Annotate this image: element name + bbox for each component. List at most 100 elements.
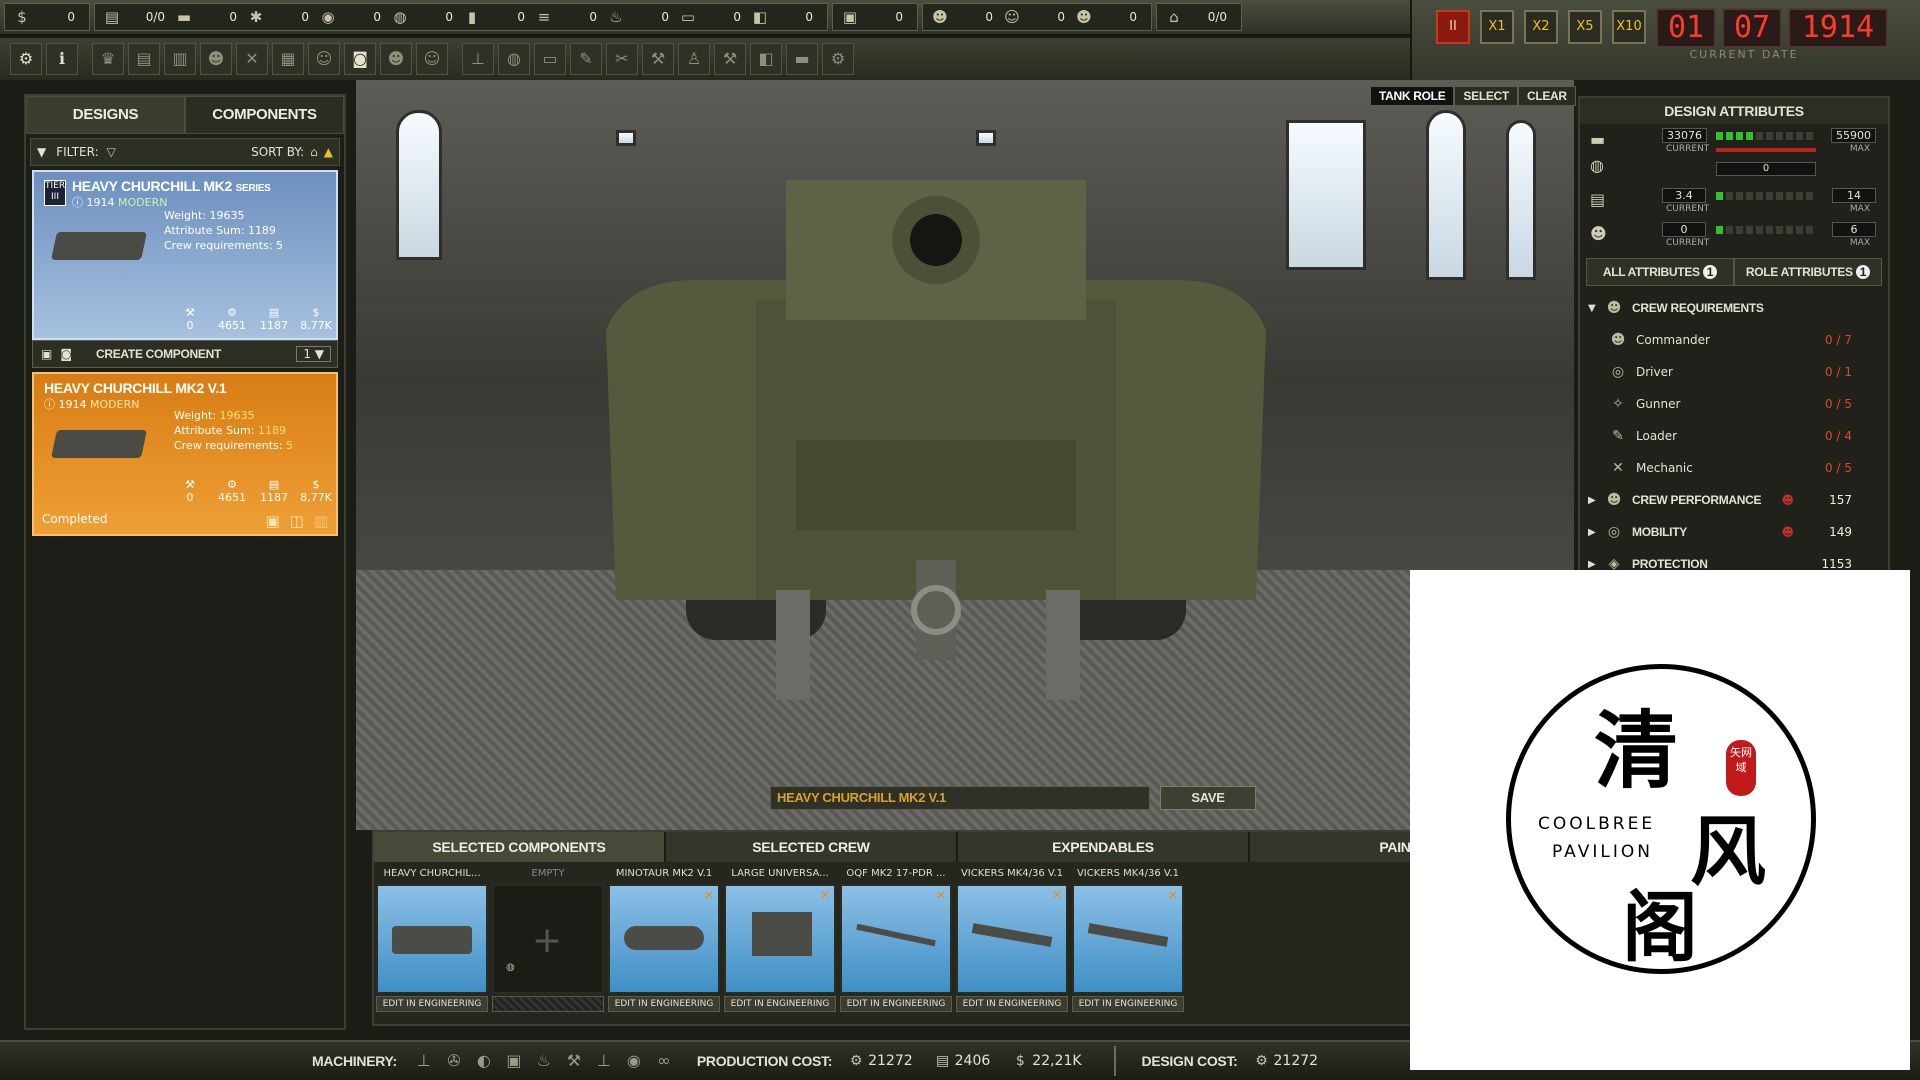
pause-button[interactable]: II [1436,10,1470,44]
component-slot-hull[interactable]: HEAVY CHURCHIL... EDIT IN ENGINEERING [376,868,488,1012]
resource-item[interactable]: ◧ 0 [749,7,813,27]
resource-item[interactable]: ▭ 0 [677,7,741,27]
speed-x2-button[interactable]: X2 [1524,10,1558,44]
design-name-input[interactable]: HEAVY CHURCHILL MK2 V.1 [770,786,1150,810]
weight-attribute-row: ▬ ◍ 33076 CURRENT 0 55900 MAX [1586,126,1882,184]
save-button[interactable]: SAVE [1160,786,1256,810]
tools-icon[interactable]: ✂ [606,43,638,75]
machinery-wheel-icon[interactable]: ◉ [619,1048,649,1074]
component-slot-empty[interactable]: EMPTY + ◍ [492,868,604,1012]
filter-funnel-icon[interactable]: ▽ [107,145,116,159]
settings-gear-icon[interactable]: ⚙ [10,43,42,75]
speed-x10-button[interactable]: X10 [1612,10,1646,44]
delete-icon[interactable]: ▥ [314,512,328,530]
design-card-variant[interactable]: HEAVY CHURCHILL MK2 V.1 ⓘ 1914 MODERN We… [32,372,338,536]
camera-icon[interactable]: ◙ [60,347,72,361]
design-viewport[interactable] [356,80,1574,830]
tab-role-attributes[interactable]: ROLE ATTRIBUTES 1 [1734,258,1882,286]
edit-in-engineering-button[interactable]: EDIT IN ENGINEERING [724,996,836,1012]
edit-in-engineering-button[interactable]: EDIT IN ENGINEERING [956,996,1068,1012]
add-to-production-icon[interactable]: ▣ [265,512,279,530]
sort-direction-icon[interactable]: ▲ [324,145,333,159]
resource-item[interactable]: ☺ 0 [1001,7,1065,27]
wrench-icon[interactable]: ⚒ [642,43,674,75]
machinery-hammer-icon[interactable]: ⚒ [559,1048,589,1074]
speed-x5-button[interactable]: X5 [1568,10,1602,44]
gear-icon: ⚙ [227,306,237,319]
tab-all-attributes[interactable]: ALL ATTRIBUTES 1 [1586,258,1734,286]
trophy-icon[interactable]: ♛ [92,43,124,75]
resource-item[interactable]: ▤ 0/0 [101,7,165,27]
create-qty-select[interactable]: 1 ▼ [296,346,331,362]
hammer-icon[interactable]: ⚒ [714,43,746,75]
document-icon[interactable]: ▥ [164,43,196,75]
tab-expendables[interactable]: EXPENDABLES [958,832,1250,862]
edit-in-engineering-button[interactable]: EDIT IN ENGINEERING [376,996,488,1012]
resource-item[interactable]: ⌂ 0/0 [1163,7,1227,27]
personnel-icon[interactable]: ☻ [380,43,412,75]
mobility-group[interactable]: ▶ ◎ MOBILITY ☻ 149 [1580,516,1888,548]
camera-design-icon[interactable]: ◙ [344,43,376,75]
edit-in-engineering-button[interactable]: EDIT IN ENGINEERING [608,996,720,1012]
component-slot-turret[interactable]: LARGE UNIVERSA... ✕ EDIT IN ENGINEERING [724,868,836,1012]
machinery-crane-icon[interactable]: ⊥ [589,1048,619,1074]
component-slot-mg-2[interactable]: VICKERS MK4/36 V.1 ✕ EDIT IN ENGINEERING [1072,868,1184,1012]
machinery-drill-icon[interactable]: ⊥ [409,1048,439,1074]
vehicle-settings-icon[interactable]: ⚙ [822,43,854,75]
resource-item[interactable]: ◍ 0 [389,7,453,27]
crew-warning-icon: ☻ [1781,493,1794,507]
tab-components[interactable]: COMPONENTS [185,96,344,134]
tank-role-select-button[interactable]: SELECT [1454,86,1518,106]
resource-item[interactable]: ▮ 0 [461,7,525,27]
tab-selected-crew[interactable]: SELECTED CREW [666,832,958,862]
remove-x-icon: ✕ [1051,888,1062,902]
workers-icon[interactable]: ☺ [308,43,340,75]
sort-type-icon[interactable]: ⌂ [310,145,318,159]
officer-tool-icon[interactable]: ☻ [200,43,232,75]
speed-x1-button[interactable]: X1 [1480,10,1514,44]
globe-icon[interactable]: ◍ [498,43,530,75]
machinery-press-icon[interactable]: ✇ [439,1048,469,1074]
tank-role-clear-button[interactable]: CLEAR [1517,86,1576,106]
figure-icon[interactable]: ♙ [678,43,710,75]
production-icon[interactable]: ⊥ [462,43,494,75]
resource-item[interactable]: ☻ 0 [929,7,993,27]
crew-performance-group[interactable]: ▶ ☻ CREW PERFORMANCE ☻ 157 [1580,484,1888,516]
tab-selected-components[interactable]: SELECTED COMPONENTS [374,832,666,862]
filter-chevron-icon[interactable]: ▼ [37,145,46,159]
stack-icon[interactable]: ◧ [750,43,782,75]
create-component-button[interactable]: CREATE COMPONENT [96,347,221,361]
machinery-furnace-icon[interactable]: ▣ [499,1048,529,1074]
machinery-chain-icon[interactable]: ∞ [649,1048,679,1074]
resource-item[interactable]: ≡ 0 [533,7,597,27]
resource-item[interactable]: ✱ 0 [245,7,309,27]
weight-max: 55900 [1831,128,1876,143]
report-icon[interactable]: ▤ [128,43,160,75]
group-icon[interactable]: ☺ [416,43,448,75]
tank-icon[interactable]: ▬ [786,43,818,75]
info-icon[interactable]: ℹ [46,43,78,75]
resource-item[interactable]: ◉ 0 [317,7,381,27]
resource-item[interactable]: ♨ 0 [605,7,669,27]
edit-in-engineering-button[interactable]: EDIT IN ENGINEERING [840,996,952,1012]
resource-item[interactable]: ☻ 0 [1073,7,1137,27]
factory-icon[interactable]: ▦ [272,43,304,75]
crew-requirements-group[interactable]: ▼ ☻ CREW REQUIREMENTS [1580,292,1888,324]
duplicate-icon[interactable]: ◫ [290,512,304,530]
component-slot-track[interactable]: MINOTAUR MK2 V.1 ✕ EDIT IN ENGINEERING [608,868,720,1012]
component-slot-mg-1[interactable]: VICKERS MK4/36 V.1 ✕ EDIT IN ENGINEERING [956,868,1068,1012]
machinery-torch-icon[interactable]: ♨ [529,1048,559,1074]
resource-item[interactable]: ▬ 0 [173,7,237,27]
resource-item[interactable]: ▣ 0 [839,7,903,27]
tab-designs[interactable]: DESIGNS [26,96,185,134]
production-cost-label: PRODUCTION COST: [696,1053,833,1069]
design-card-series[interactable]: TIER III HEAVY CHURCHILL MK2 SERIES ⓘ 19… [32,170,338,340]
storage-icon[interactable]: ▭ [534,43,566,75]
component-slot-gun[interactable]: OQF MK2 17-PDR ... ✕ EDIT IN ENGINEERING [840,868,952,1012]
research-icon[interactable]: ✎ [570,43,602,75]
edit-in-engineering-button[interactable]: EDIT IN ENGINEERING [1072,996,1184,1012]
crossed-swords-icon[interactable]: ✕ [236,43,268,75]
resource-item[interactable]: $0 [11,7,75,27]
machinery-roller-icon[interactable]: ◐ [469,1048,499,1074]
blueprint-add-icon[interactable]: ▣ [41,347,52,361]
